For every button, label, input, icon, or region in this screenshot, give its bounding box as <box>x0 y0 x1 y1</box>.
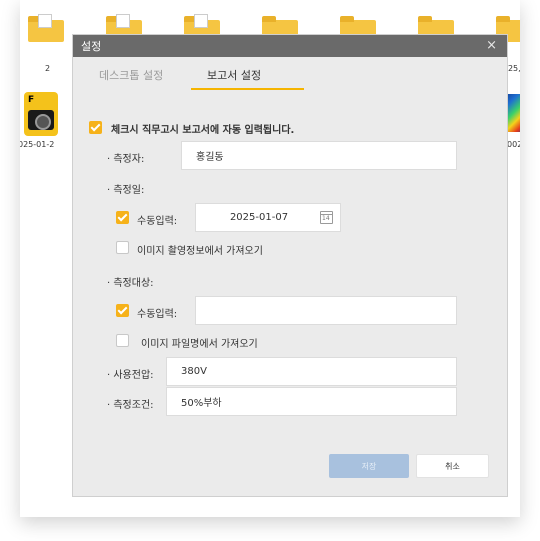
auto-input-label: 체크시 직무고시 보고서에 자동 입력됩니다. <box>111 125 295 136</box>
target-manual-label: 수동입력: <box>137 309 178 320</box>
condition-input[interactable]: 50%부하 <box>166 387 457 416</box>
close-icon[interactable]: × <box>486 38 497 53</box>
flir-app-icon[interactable]: F <box>24 92 58 136</box>
voltage-input[interactable]: 380V <box>166 357 457 386</box>
date-from-image-label: 이미지 촬영정보에서 가져오기 <box>137 246 263 257</box>
measurer-value: 홍길동 <box>196 152 224 163</box>
voltage-value: 380V <box>181 366 207 377</box>
dialog-title: 설정 <box>81 40 102 53</box>
desktop-icon-label: 025-01-2 <box>20 140 55 149</box>
target-from-filename-label: 이미지 파일명에서 가져오기 <box>141 339 258 350</box>
date-input[interactable]: 2025-01-07 14 <box>195 203 341 232</box>
date-from-image-checkbox[interactable] <box>116 241 129 254</box>
date-value: 2025-01-07 <box>229 212 289 223</box>
dialog-titlebar: 설정 × <box>73 35 507 57</box>
active-tab-indicator <box>191 88 304 90</box>
auto-input-checkbox[interactable] <box>89 121 102 134</box>
settings-dialog: 설정 × 데스크톱 설정 보고서 설정 체크시 직무고시 보고서에 자동 입력됩… <box>72 34 508 497</box>
condition-label: · 측정조건: <box>107 400 154 411</box>
measure-target-label: · 측정대상: <box>107 278 154 289</box>
measurer-input[interactable]: 홍길동 <box>181 141 457 170</box>
calendar-icon[interactable]: 14 <box>320 211 333 224</box>
folder-icon[interactable] <box>28 14 64 42</box>
tab-report-settings[interactable]: 보고서 설정 <box>207 67 261 83</box>
target-input[interactable] <box>195 296 457 325</box>
date-manual-label: 수동입력: <box>137 216 178 227</box>
condition-value: 50%부하 <box>181 398 222 409</box>
calendar-day: 14 <box>322 215 330 222</box>
measure-date-label: · 측정일: <box>107 185 145 196</box>
desktop-background: 2 Ti125,5 F 025-01-2 IR_0002 설정 × 데스크톱 설… <box>20 0 520 517</box>
cancel-button[interactable]: 취소 <box>416 454 489 478</box>
target-manual-checkbox[interactable] <box>116 304 129 317</box>
desktop-icon-label: 2 <box>45 64 51 73</box>
date-manual-checkbox[interactable] <box>116 211 129 224</box>
tab-desktop-settings[interactable]: 데스크톱 설정 <box>99 67 163 83</box>
tab-bar: 데스크톱 설정 보고서 설정 <box>73 57 507 91</box>
save-button[interactable]: 저장 <box>329 454 409 478</box>
target-from-filename-checkbox[interactable] <box>116 334 129 347</box>
measurer-label: · 측정자: <box>107 154 145 165</box>
